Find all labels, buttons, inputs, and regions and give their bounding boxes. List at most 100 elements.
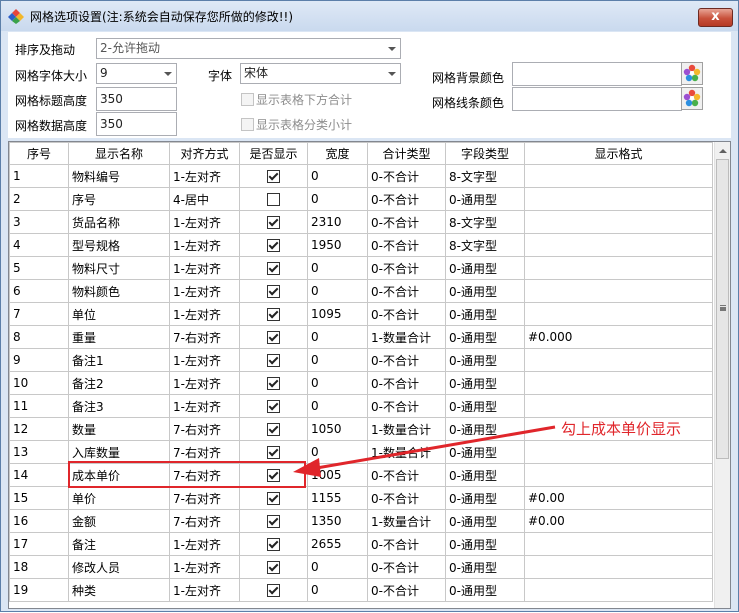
show-checkbox-cell[interactable] xyxy=(239,325,308,349)
table-row[interactable]: 17 备注 1-左对齐 2655 0-不合计 0-通用型 xyxy=(9,532,713,556)
row-number-cell[interactable]: 14 xyxy=(9,463,69,487)
scroll-up-arrow-icon[interactable] xyxy=(719,149,727,153)
table-row[interactable]: 3 货品名称 1-左对齐 2310 0-不合计 8-文字型 xyxy=(9,210,713,234)
field-name-cell[interactable]: 金额 xyxy=(68,509,170,533)
alignment-cell[interactable]: 4-居中 xyxy=(169,187,240,211)
field-name-cell[interactable]: 型号规格 xyxy=(68,233,170,257)
col-header-align[interactable]: 对齐方式 xyxy=(169,142,240,165)
table-row[interactable]: 19 种类 1-左对齐 0 0-不合计 0-通用型 xyxy=(9,578,713,602)
row-number-cell[interactable]: 10 xyxy=(9,371,69,395)
display-format-cell[interactable] xyxy=(524,256,713,280)
row-number-cell[interactable]: 1 xyxy=(9,164,69,188)
field-name-cell[interactable]: 种类 xyxy=(68,578,170,602)
table-row[interactable]: 7 单位 1-左对齐 1095 0-不合计 0-通用型 xyxy=(9,302,713,326)
column-width-cell[interactable]: 1155 xyxy=(307,486,368,510)
total-type-cell[interactable]: 0-不合计 xyxy=(367,256,446,280)
field-name-cell[interactable]: 备注1 xyxy=(68,348,170,372)
display-format-cell[interactable] xyxy=(524,164,713,188)
show-checkbox[interactable] xyxy=(267,515,280,528)
field-type-cell[interactable]: 0-通用型 xyxy=(445,532,525,556)
show-checkbox[interactable] xyxy=(267,538,280,551)
display-format-cell[interactable] xyxy=(524,578,713,602)
show-checkbox-cell[interactable] xyxy=(239,210,308,234)
field-type-cell[interactable]: 0-通用型 xyxy=(445,348,525,372)
row-number-cell[interactable]: 15 xyxy=(9,486,69,510)
table-row[interactable]: 13 入库数量 7-右对齐 0 1-数量合计 0-通用型 xyxy=(9,440,713,464)
row-number-cell[interactable]: 13 xyxy=(9,440,69,464)
alignment-cell[interactable]: 1-左对齐 xyxy=(169,256,240,280)
total-type-cell[interactable]: 1-数量合计 xyxy=(367,417,446,441)
column-width-cell[interactable]: 0 xyxy=(307,325,368,349)
font-select[interactable]: 宋体 xyxy=(240,63,401,84)
row-number-cell[interactable]: 4 xyxy=(9,233,69,257)
alignment-cell[interactable]: 1-左对齐 xyxy=(169,210,240,234)
close-button[interactable]: x xyxy=(698,8,733,27)
show-checkbox-cell[interactable] xyxy=(239,348,308,372)
show-checkbox-cell[interactable] xyxy=(239,302,308,326)
column-width-cell[interactable]: 0 xyxy=(307,187,368,211)
row-number-cell[interactable]: 3 xyxy=(9,210,69,234)
table-row[interactable]: 5 物料尺寸 1-左对齐 0 0-不合计 0-通用型 xyxy=(9,256,713,280)
total-type-cell[interactable]: 0-不合计 xyxy=(367,463,446,487)
total-type-cell[interactable]: 1-数量合计 xyxy=(367,440,446,464)
display-format-cell[interactable] xyxy=(524,233,713,257)
show-checkbox[interactable] xyxy=(267,584,280,597)
data-height-input[interactable]: 350 xyxy=(96,112,177,136)
show-checkbox-cell[interactable] xyxy=(239,233,308,257)
field-type-cell[interactable]: 0-通用型 xyxy=(445,302,525,326)
field-name-cell[interactable]: 数量 xyxy=(68,417,170,441)
row-number-cell[interactable]: 5 xyxy=(9,256,69,280)
line-color-input[interactable] xyxy=(512,87,682,111)
alignment-cell[interactable]: 1-左对齐 xyxy=(169,302,240,326)
show-checkbox-cell[interactable] xyxy=(239,394,308,418)
col-header-no[interactable]: 序号 xyxy=(9,142,69,165)
total-type-cell[interactable]: 0-不合计 xyxy=(367,371,446,395)
alignment-cell[interactable]: 1-左对齐 xyxy=(169,394,240,418)
col-header-width[interactable]: 宽度 xyxy=(307,142,368,165)
alignment-cell[interactable]: 1-左对齐 xyxy=(169,164,240,188)
field-name-cell[interactable]: 入库数量 xyxy=(68,440,170,464)
show-checkbox-cell[interactable] xyxy=(239,463,308,487)
field-type-cell[interactable]: 8-文字型 xyxy=(445,210,525,234)
show-checkbox-cell[interactable] xyxy=(239,279,308,303)
table-row[interactable]: 14 成本单价 7-右对齐 1005 0-不合计 0-通用型 xyxy=(9,463,713,487)
field-name-cell[interactable]: 物料编号 xyxy=(68,164,170,188)
total-type-cell[interactable]: 0-不合计 xyxy=(367,555,446,579)
column-width-cell[interactable]: 0 xyxy=(307,555,368,579)
row-number-cell[interactable]: 17 xyxy=(9,532,69,556)
show-checkbox[interactable] xyxy=(267,561,280,574)
total-type-cell[interactable]: 1-数量合计 xyxy=(367,325,446,349)
show-checkbox[interactable] xyxy=(267,354,280,367)
field-name-cell[interactable]: 单位 xyxy=(68,302,170,326)
show-total-checkbox[interactable] xyxy=(241,93,254,106)
show-checkbox-cell[interactable] xyxy=(239,371,308,395)
field-name-cell[interactable]: 序号 xyxy=(68,187,170,211)
table-row[interactable]: 11 备注3 1-左对齐 0 0-不合计 0-通用型 xyxy=(9,394,713,418)
alignment-cell[interactable]: 1-左对齐 xyxy=(169,348,240,372)
field-name-cell[interactable]: 修改人员 xyxy=(68,555,170,579)
bg-color-button[interactable] xyxy=(681,62,703,85)
field-type-cell[interactable]: 0-通用型 xyxy=(445,463,525,487)
total-type-cell[interactable]: 1-数量合计 xyxy=(367,509,446,533)
field-type-cell[interactable]: 8-文字型 xyxy=(445,164,525,188)
total-type-cell[interactable]: 0-不合计 xyxy=(367,279,446,303)
field-type-cell[interactable]: 0-通用型 xyxy=(445,394,525,418)
alignment-cell[interactable]: 1-左对齐 xyxy=(169,279,240,303)
column-width-cell[interactable]: 1350 xyxy=(307,509,368,533)
display-format-cell[interactable]: #0.000 xyxy=(524,325,713,349)
row-number-cell[interactable]: 9 xyxy=(9,348,69,372)
font-size-select[interactable]: 9 xyxy=(96,63,177,84)
column-width-cell[interactable]: 2655 xyxy=(307,532,368,556)
field-type-cell[interactable]: 0-通用型 xyxy=(445,187,525,211)
show-checkbox-cell[interactable] xyxy=(239,532,308,556)
alignment-cell[interactable]: 7-右对齐 xyxy=(169,417,240,441)
alignment-cell[interactable]: 1-左对齐 xyxy=(169,532,240,556)
row-number-cell[interactable]: 19 xyxy=(9,578,69,602)
column-width-cell[interactable]: 1095 xyxy=(307,302,368,326)
alignment-cell[interactable]: 7-右对齐 xyxy=(169,509,240,533)
column-width-cell[interactable]: 0 xyxy=(307,164,368,188)
show-checkbox[interactable] xyxy=(267,285,280,298)
show-subtotal-checkbox[interactable] xyxy=(241,118,254,131)
show-checkbox-cell[interactable] xyxy=(239,486,308,510)
column-width-cell[interactable]: 0 xyxy=(307,394,368,418)
